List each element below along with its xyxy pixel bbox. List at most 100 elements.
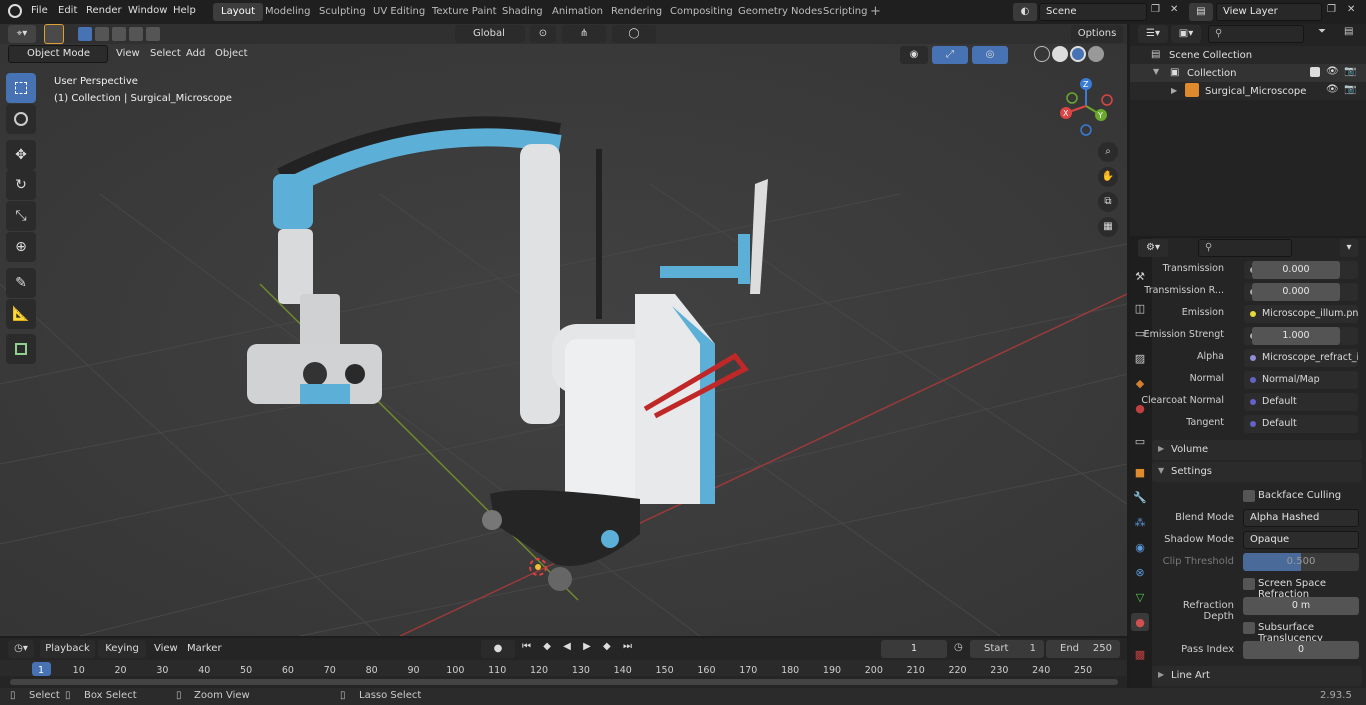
- prop-row-emission-strength[interactable]: Emission Strengt 1.000: [1144, 326, 1362, 346]
- scene-props-icon[interactable]: ◆: [1131, 374, 1149, 392]
- tab-compositing[interactable]: Compositing: [662, 3, 741, 21]
- tab-animation[interactable]: Animation: [544, 3, 611, 21]
- tool-props-icon[interactable]: ⚒: [1131, 267, 1149, 285]
- tab-texture-paint[interactable]: Texture Paint: [424, 3, 505, 21]
- jump-start-icon[interactable]: ⏮: [522, 641, 531, 659]
- tab-modeling[interactable]: Modeling: [257, 3, 319, 21]
- display-mode-icon[interactable]: ▣▾: [1171, 25, 1201, 43]
- material-preview-icon[interactable]: [1070, 46, 1086, 62]
- pivot-point-icon[interactable]: ⊙: [530, 25, 556, 43]
- properties-options-icon[interactable]: ▾: [1340, 239, 1358, 257]
- select-invert-icon[interactable]: [129, 27, 143, 41]
- visibility-icon[interactable]: ◉: [900, 46, 928, 64]
- clip-threshold-slider[interactable]: 0.500: [1243, 553, 1359, 571]
- start-frame-field[interactable]: Start 1: [970, 640, 1044, 658]
- render-props-icon[interactable]: ◫: [1131, 299, 1149, 317]
- close-scene-icon[interactable]: ✕: [1170, 4, 1178, 15]
- move-tool-icon[interactable]: ✥: [6, 140, 36, 170]
- shadow-mode-dropdown[interactable]: Opaque: [1243, 531, 1359, 549]
- collapse-arrow-icon[interactable]: ▶: [1171, 86, 1177, 95]
- close-view-layer-icon[interactable]: ✕: [1347, 4, 1355, 15]
- solid-shading-icon[interactable]: [1052, 46, 1068, 62]
- wireframe-shading-icon[interactable]: [1034, 46, 1050, 62]
- transform-tool-icon[interactable]: ⊕: [6, 232, 36, 262]
- prop-link[interactable]: Microscope_refract_i...: [1244, 349, 1358, 367]
- prop-row-transmission-roughness[interactable]: Transmission R... 0.000: [1144, 282, 1362, 302]
- playback-controls[interactable]: ⏮ ◆ ◀ ▶ ◆ ⏭: [522, 641, 632, 659]
- collection-props-icon[interactable]: ▭: [1131, 432, 1149, 450]
- playback-dropdown[interactable]: Playback: [40, 640, 95, 658]
- view-layer-props-icon[interactable]: ▨: [1131, 349, 1149, 367]
- copy-view-layer-icon[interactable]: ❐: [1327, 4, 1336, 15]
- rendered-shading-icon[interactable]: [1088, 46, 1104, 62]
- play-icon[interactable]: ▶: [583, 641, 591, 659]
- object-props-icon[interactable]: ■: [1131, 463, 1149, 481]
- auto-key-icon[interactable]: ●: [481, 640, 515, 658]
- menu-window[interactable]: Window: [122, 0, 173, 24]
- perspective-toggle-icon[interactable]: ▦: [1098, 217, 1118, 237]
- prop-link[interactable]: Default: [1244, 393, 1358, 411]
- jump-keyframe-back-icon[interactable]: ◆: [543, 641, 551, 659]
- outliner-search-input[interactable]: ⚲: [1208, 25, 1304, 43]
- prop-row-clearcoat-normal[interactable]: Clearcoat Normal Default: [1141, 392, 1362, 412]
- particle-props-icon[interactable]: ⁂: [1131, 513, 1149, 531]
- menu-add[interactable]: Add: [180, 44, 211, 64]
- select-tool-icon[interactable]: [44, 24, 64, 44]
- timeline-scrollbar[interactable]: [10, 679, 1118, 685]
- measure-tool-icon[interactable]: 📐: [6, 299, 36, 329]
- menu-object[interactable]: Object: [209, 44, 254, 64]
- overlay-toggle-icon[interactable]: ◎: [972, 46, 1008, 64]
- prop-row-transmission[interactable]: Transmission 0.000: [1152, 260, 1362, 280]
- menu-help[interactable]: Help: [167, 0, 202, 24]
- editor-type-icon[interactable]: ⌖▾: [8, 25, 36, 43]
- menu-edit[interactable]: Edit: [52, 0, 83, 24]
- select-box-tool-icon[interactable]: [6, 73, 36, 103]
- prop-link[interactable]: Normal/Map: [1244, 371, 1358, 389]
- volume-panel-header[interactable]: ▶ Volume: [1152, 440, 1362, 460]
- copy-scene-icon[interactable]: ❐: [1151, 4, 1160, 15]
- select-new-icon[interactable]: [78, 27, 92, 41]
- scene-selector-icon[interactable]: ◐: [1013, 3, 1037, 21]
- new-collection-icon[interactable]: ▤: [1344, 26, 1353, 37]
- object-mode-label[interactable]: Object Mode: [8, 45, 108, 63]
- prop-row-tangent[interactable]: Tangent Default: [1152, 414, 1362, 434]
- rotate-tool-icon[interactable]: ↻: [6, 170, 36, 200]
- keying-dropdown[interactable]: Keying: [98, 640, 146, 658]
- timeline-editor-icon[interactable]: ◷▾: [8, 640, 34, 658]
- prop-link[interactable]: Default: [1244, 415, 1358, 433]
- select-extend-icon[interactable]: [95, 27, 109, 41]
- object-camera-icon[interactable]: 📷: [1344, 84, 1356, 95]
- end-frame-field[interactable]: End 250: [1046, 640, 1120, 658]
- prop-value[interactable]: 0.000: [1252, 261, 1340, 279]
- menu-view[interactable]: View: [110, 44, 146, 64]
- options-dropdown[interactable]: Options: [1071, 25, 1123, 43]
- navigation-gizmo[interactable]: Z Y X: [1058, 76, 1118, 136]
- filter-icon[interactable]: ⏷: [1318, 26, 1326, 37]
- tab-layout[interactable]: Layout: [213, 3, 263, 21]
- texture-props-icon[interactable]: ▩: [1131, 645, 1149, 663]
- proportional-edit-icon[interactable]: ◯: [612, 25, 656, 43]
- current-frame-field[interactable]: 1: [881, 640, 947, 658]
- tab-uv-editing[interactable]: UV Editing: [365, 3, 433, 21]
- settings-panel-header[interactable]: ▼ Settings: [1152, 462, 1362, 482]
- select-intersect-icon[interactable]: [146, 27, 160, 41]
- sss-checkbox[interactable]: [1243, 622, 1255, 634]
- menu-file[interactable]: File: [25, 0, 54, 24]
- 3d-viewport[interactable]: [0, 44, 1127, 636]
- constraint-props-icon[interactable]: ⊗: [1131, 563, 1149, 581]
- menu-render[interactable]: Render: [80, 0, 128, 24]
- scene-field[interactable]: Scene: [1039, 3, 1147, 21]
- pass-index-field[interactable]: 0: [1243, 641, 1359, 659]
- prop-value[interactable]: 0.000: [1252, 283, 1340, 301]
- annotate-tool-icon[interactable]: ✎: [6, 268, 36, 298]
- scale-tool-icon[interactable]: ⤡: [6, 201, 36, 231]
- gizmo-toggle-icon[interactable]: ⤢: [932, 46, 968, 64]
- preview-range-icon[interactable]: ◷: [954, 642, 963, 653]
- data-props-icon[interactable]: ▽: [1131, 588, 1149, 606]
- prop-row-emission[interactable]: Emission Microscope_illum.png: [1152, 304, 1362, 324]
- outliner-editor-icon[interactable]: ☰▾: [1138, 25, 1168, 43]
- properties-editor-icon[interactable]: ⚙▾: [1138, 239, 1168, 257]
- tab-scripting[interactable]: Scripting: [815, 3, 875, 21]
- refraction-depth-field[interactable]: 0 m: [1243, 597, 1359, 615]
- material-props-icon[interactable]: ●: [1131, 613, 1149, 631]
